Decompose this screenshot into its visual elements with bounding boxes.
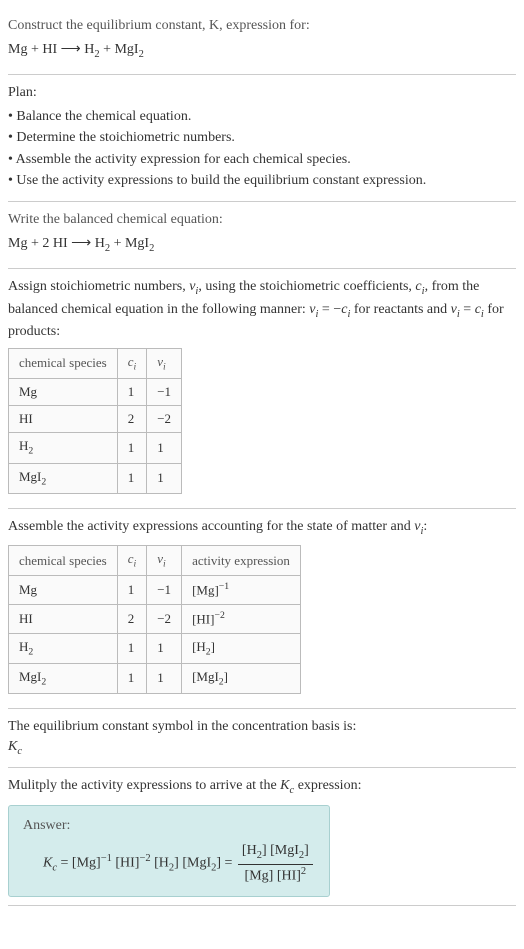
col-species: chemical species [9, 546, 118, 576]
activity-table: chemical species ci νi activity expressi… [8, 545, 301, 694]
cell-ci: 2 [117, 406, 147, 433]
col-nui: νi [147, 348, 182, 378]
symbol-text: The equilibrium constant symbol in the c… [8, 717, 516, 737]
answer-equation: Kc = [Mg]−1 [HI]−2 [H2] [MgI2] = [H2] [M… [43, 841, 315, 886]
plan-heading: Plan: [8, 83, 516, 103]
table-row: MgI2 1 1 [MgI2] [9, 663, 301, 693]
cell-ci: 1 [117, 633, 147, 663]
rhs-h2: H2 [84, 42, 99, 57]
prompt-text: Construct the equilibrium constant, K, e… [8, 16, 516, 36]
plan-item: • Balance the chemical equation. [8, 107, 516, 127]
activity-intro: Assemble the activity expressions accoun… [8, 517, 516, 539]
table-row: H2 1 1 [H2] [9, 633, 301, 663]
cell-ci: 1 [117, 433, 147, 463]
cell-species: H2 [9, 433, 118, 463]
multiply-section: Mulitply the activity expressions to arr… [8, 768, 516, 906]
cell-ci: 1 [117, 378, 147, 405]
col-ci: ci [117, 348, 147, 378]
answer-box: Answer: Kc = [Mg]−1 [HI]−2 [H2] [MgI2] =… [8, 805, 330, 897]
table-row: Mg 1 −1 [Mg]−1 [9, 576, 301, 605]
cell-nui: 1 [147, 633, 182, 663]
cell-species: Mg [9, 378, 118, 405]
prompt-section: Construct the equilibrium constant, K, e… [8, 8, 516, 75]
balanced-section: Write the balanced chemical equation: Mg… [8, 202, 516, 269]
cell-activity: [H2] [182, 633, 301, 663]
rhs-mgi2: + MgI2 [110, 236, 154, 251]
plan-list: • Balance the chemical equation. • Deter… [8, 107, 516, 191]
cell-ci: 1 [117, 463, 147, 493]
rhs-mgi2: + MgI2 [100, 42, 144, 57]
cell-species: HI [9, 605, 118, 634]
lhs: Mg + HI [8, 42, 57, 57]
rhs-h2: H2 [95, 236, 110, 251]
cell-nui: −1 [147, 378, 182, 405]
cell-species: MgI2 [9, 663, 118, 693]
arrow-icon: ⟶ [71, 236, 95, 251]
cell-nui: −2 [147, 406, 182, 433]
cell-ci: 1 [117, 663, 147, 693]
cell-nui: 1 [147, 463, 182, 493]
balanced-heading: Write the balanced chemical equation: [8, 210, 516, 230]
arrow-icon: ⟶ [61, 42, 85, 57]
lhs: Mg + 2 HI [8, 236, 68, 251]
symbol-kc: Kc [8, 737, 516, 759]
table-row: H2 1 1 [9, 433, 182, 463]
cell-species: MgI2 [9, 463, 118, 493]
cell-nui: 1 [147, 433, 182, 463]
numerator: [H2] [MgI2] [238, 841, 313, 864]
multiply-text: Mulitply the activity expressions to arr… [8, 776, 516, 798]
stoich-table: chemical species ci νi Mg 1 −1 HI 2 −2 H… [8, 348, 182, 494]
col-activity: activity expression [182, 546, 301, 576]
table-header-row: chemical species ci νi activity expressi… [9, 546, 301, 576]
cell-activity: [MgI2] [182, 663, 301, 693]
fraction: [H2] [MgI2][Mg] [HI]2 [238, 841, 313, 886]
table-header-row: chemical species ci νi [9, 348, 182, 378]
answer-label: Answer: [23, 816, 315, 836]
cell-nui: −1 [147, 576, 182, 605]
unbalanced-equation: Mg + HI ⟶ H2 + MgI2 [8, 40, 516, 62]
cell-activity: [HI]−2 [182, 605, 301, 634]
cell-ci: 1 [117, 576, 147, 605]
plan-item: • Determine the stoichiometric numbers. [8, 128, 516, 148]
stoich-intro: Assign stoichiometric numbers, νi, using… [8, 277, 516, 342]
cell-nui: 1 [147, 663, 182, 693]
cell-activity: [Mg]−1 [182, 576, 301, 605]
plan-item: • Use the activity expressions to build … [8, 171, 516, 191]
cell-ci: 2 [117, 605, 147, 634]
cell-species: HI [9, 406, 118, 433]
stoich-section: Assign stoichiometric numbers, νi, using… [8, 269, 516, 509]
balanced-equation: Mg + 2 HI ⟶ H2 + MgI2 [8, 234, 516, 256]
symbol-section: The equilibrium constant symbol in the c… [8, 709, 516, 768]
activity-section: Assemble the activity expressions accoun… [8, 509, 516, 709]
plan-item: • Assemble the activity expression for e… [8, 150, 516, 170]
col-nui: νi [147, 546, 182, 576]
cell-species: Mg [9, 576, 118, 605]
plan-section: Plan: • Balance the chemical equation. •… [8, 75, 516, 202]
col-ci: ci [117, 546, 147, 576]
prompt-label: Construct the equilibrium constant, K, e… [8, 18, 310, 33]
cell-nui: −2 [147, 605, 182, 634]
table-row: MgI2 1 1 [9, 463, 182, 493]
col-species: chemical species [9, 348, 118, 378]
cell-species: H2 [9, 633, 118, 663]
table-row: Mg 1 −1 [9, 378, 182, 405]
denominator: [Mg] [HI]2 [238, 865, 313, 886]
table-row: HI 2 −2 [HI]−2 [9, 605, 301, 634]
table-row: HI 2 −2 [9, 406, 182, 433]
